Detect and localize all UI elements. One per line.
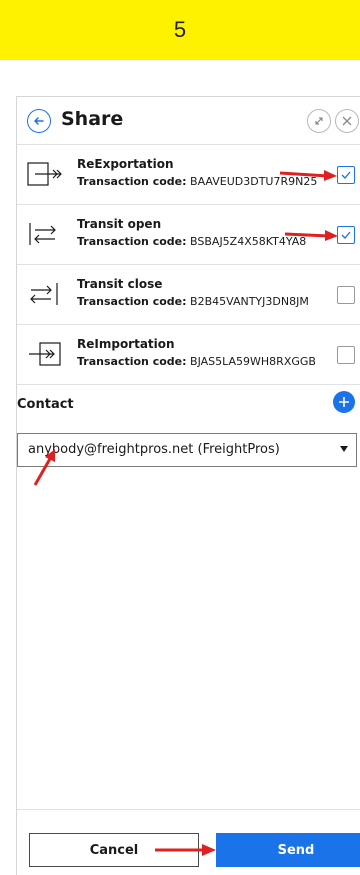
transaction-item-reimportation[interactable]: ReImportation Transaction code: BJAS5LA5… (17, 325, 360, 385)
circle-arrow-left-icon (34, 117, 44, 125)
expand-button[interactable] (307, 109, 331, 133)
plus-icon (339, 397, 349, 407)
close-button[interactable] (335, 109, 359, 133)
footer-divider (17, 809, 360, 810)
step-banner: 5 (0, 0, 360, 60)
close-icon (342, 116, 352, 126)
chevron-down-icon (340, 446, 348, 452)
send-button[interactable]: Send (216, 833, 360, 867)
annotation-arrow (33, 449, 55, 486)
transit-open-icon (29, 223, 56, 245)
transaction-code: Transaction code: BSBAJ5Z4X58KT4YA8 (77, 235, 307, 248)
transaction-item-reexportation[interactable]: ReExportation Transaction code: BAAVEUD3… (17, 145, 360, 205)
contact-row: Contact (17, 391, 360, 423)
contact-select-value: anybody@freightpros.net (FreightPros) (28, 442, 280, 457)
item-checkbox[interactable] (337, 286, 355, 304)
transaction-item-transit-close[interactable]: Transit close Transaction code: B2B45VAN… (17, 265, 360, 325)
annotation-arrow (285, 230, 338, 241)
contact-label: Contact (17, 397, 74, 412)
item-name: ReExportation (77, 157, 174, 171)
reimport-icon (29, 342, 61, 366)
transaction-code: Transaction code: B2B45VANTYJ3DN8JM (77, 295, 309, 308)
contact-select[interactable]: anybody@freightpros.net (FreightPros) (17, 433, 357, 467)
add-contact-button[interactable] (333, 391, 355, 413)
item-name: Transit close (77, 277, 163, 291)
step-number: 5 (173, 17, 187, 42)
expand-icon (315, 117, 323, 125)
page-title: Share (61, 108, 124, 130)
transaction-code: Transaction code: BJAS5LA59WH8RXGGB (77, 355, 316, 368)
item-checkbox[interactable] (337, 166, 355, 184)
check-icon (341, 171, 351, 179)
transit-close-icon (30, 283, 58, 305)
check-icon (341, 231, 351, 239)
item-checkbox[interactable] (337, 346, 355, 364)
annotation-arrow (155, 844, 216, 856)
transaction-item-transit-open[interactable]: Transit open Transaction code: BSBAJ5Z4X… (17, 205, 360, 265)
panel-header: Share (17, 97, 360, 145)
back-button[interactable] (27, 109, 51, 133)
annotation-arrow (280, 170, 337, 181)
item-name: ReImportation (77, 337, 175, 351)
item-checkbox[interactable] (337, 226, 355, 244)
reexport-icon (27, 162, 62, 186)
share-panel: Share ReExportation Transaction code: BA… (16, 96, 360, 875)
item-name: Transit open (77, 217, 162, 231)
